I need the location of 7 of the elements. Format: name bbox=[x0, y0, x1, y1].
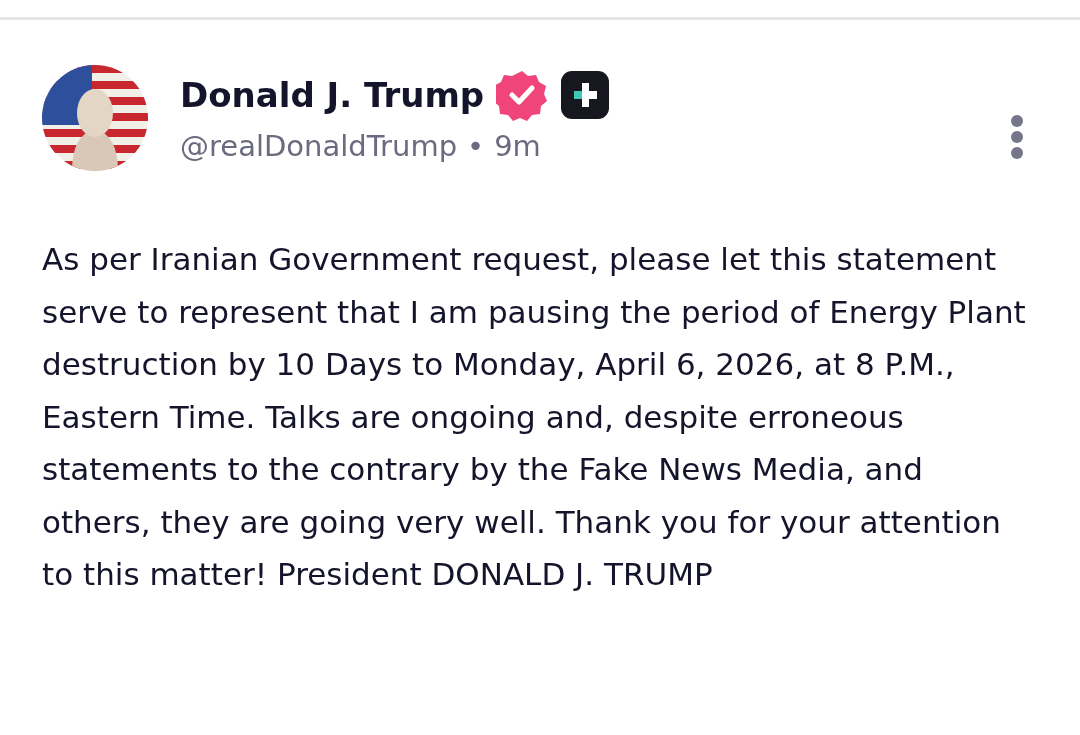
user-handle[interactable]: @realDonaldTrump bbox=[180, 129, 458, 163]
post-body: As per Iranian Government request, please let this statement serve to represent that I am pausing the period of Energy Plant destruction by 10 Days to Monday, April 6, 2026, at 8 P.M., Eastern Time. Talks are ongoing and, despite erroneous statements to the contrary by the Fake News Media, and others, they are going very well. Thank you for your attention to this matter! President DONALD J. TRUMP bbox=[42, 240, 1027, 594]
more-options-icon[interactable] bbox=[1010, 115, 1024, 159]
separator-dot: • bbox=[467, 129, 485, 163]
author-name[interactable]: Donald J. Trump bbox=[180, 75, 485, 115]
plus-badge-icon bbox=[560, 70, 611, 120]
post-time: 9m bbox=[494, 129, 541, 163]
